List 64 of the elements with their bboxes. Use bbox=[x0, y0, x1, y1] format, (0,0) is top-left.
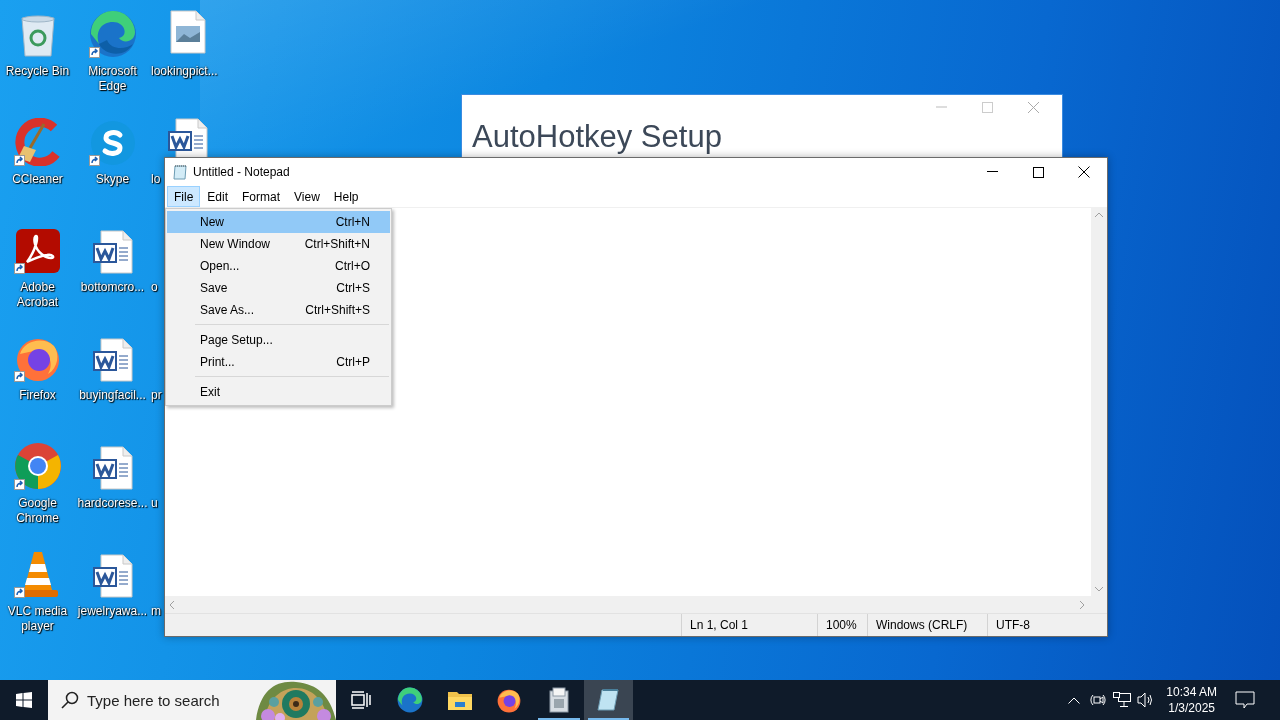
pdf-icon[interactable] bbox=[14, 228, 61, 274]
notepad-icon bbox=[596, 688, 621, 712]
desktop-icon-label: Skype bbox=[94, 172, 131, 187]
menu-item[interactable]: File bbox=[167, 186, 201, 207]
minimize-icon bbox=[986, 171, 998, 173]
menu-option[interactable]: Save As... Ctrl+Shift+S bbox=[167, 299, 390, 321]
desktop-icon-label: Google Chrome bbox=[15, 496, 60, 526]
status-text: UTF-8 bbox=[987, 614, 1091, 636]
wave-circle-icon bbox=[397, 687, 424, 713]
search-icon bbox=[61, 691, 79, 709]
taskbar-button[interactable] bbox=[583, 680, 633, 720]
menu-option[interactable]: Page Setup... bbox=[167, 329, 390, 351]
desktop-icon-label: Firefox bbox=[18, 388, 57, 403]
task-view-icon bbox=[350, 691, 371, 709]
desktop-icon-label: CCleaner bbox=[11, 172, 64, 187]
windows-logo-icon bbox=[16, 692, 32, 708]
folder-icon bbox=[446, 689, 473, 711]
document-icon[interactable] bbox=[92, 338, 133, 382]
status-text: Ln 1, Col 1 bbox=[681, 614, 817, 636]
menu-option[interactable]: Print... Ctrl+P bbox=[167, 351, 390, 373]
document-icon[interactable] bbox=[92, 230, 133, 274]
desktop-icon-label: hardcorese... bbox=[76, 496, 149, 511]
desktop-icon-label: u bbox=[150, 496, 159, 511]
desktop-icon-label: jewelryawa... bbox=[76, 604, 149, 619]
menu-option[interactable]: Save Ctrl+S bbox=[167, 277, 390, 299]
desktop-icon-label: o bbox=[150, 280, 159, 295]
desktop-icon-label: VLC media player bbox=[6, 604, 69, 634]
broom-icon[interactable] bbox=[13, 118, 62, 166]
menu-item[interactable]: Edit bbox=[200, 186, 236, 207]
menu-item[interactable]: Help bbox=[326, 186, 366, 207]
desktop-icon-label: m bbox=[150, 604, 162, 619]
menu-item[interactable]: View bbox=[287, 186, 327, 207]
desktop-icon-label: Microsoft Edge bbox=[87, 64, 138, 94]
document-icon[interactable] bbox=[92, 446, 133, 490]
desktop-icon-label: Adobe Acrobat bbox=[15, 280, 60, 310]
search-field[interactable]: Type here to search bbox=[87, 691, 257, 709]
desktop-icon-label: lo bbox=[150, 172, 162, 187]
status-text: 100% bbox=[817, 614, 867, 636]
maximize-icon bbox=[1032, 166, 1044, 178]
fox-globe-icon bbox=[496, 687, 523, 713]
status-text: Windows (CRLF) bbox=[867, 614, 987, 636]
ring-circle-icon[interactable] bbox=[13, 442, 62, 490]
desktop-icon-label: buyingfacil... bbox=[78, 388, 147, 403]
image-file-icon[interactable] bbox=[169, 10, 206, 54]
desktop-icon-label: pr bbox=[150, 388, 163, 403]
search-box[interactable]: Type here to search bbox=[48, 680, 336, 720]
chat-circle-icon[interactable] bbox=[89, 120, 136, 166]
wave-circle-icon[interactable] bbox=[88, 10, 137, 58]
desktop-icon-label: lookingpict... bbox=[150, 64, 219, 79]
clock[interactable]: 10:34 AM 1/3/2025 bbox=[1158, 684, 1225, 716]
menu-option[interactable]: New Window Ctrl+Shift+N bbox=[167, 233, 390, 255]
menu-item[interactable]: Format bbox=[235, 186, 288, 207]
document-icon[interactable] bbox=[92, 554, 133, 598]
menu-option[interactable]: New Ctrl+N bbox=[167, 211, 390, 233]
close-icon bbox=[1078, 166, 1090, 178]
notepad-icon bbox=[172, 164, 188, 180]
window-title: Untitled - Notepad bbox=[193, 165, 290, 179]
menu-option[interactable]: Open... Ctrl+O bbox=[167, 255, 390, 277]
document-icon[interactable] bbox=[167, 118, 208, 157]
menu-option[interactable]: Exit bbox=[167, 381, 390, 403]
installer-box-icon bbox=[547, 687, 570, 713]
desktop-icon-label: Recycle Bin bbox=[4, 64, 71, 79]
desktop-icon-label: bottomcro... bbox=[79, 280, 146, 295]
window-heading: AutoHotkey Setup bbox=[472, 119, 723, 155]
